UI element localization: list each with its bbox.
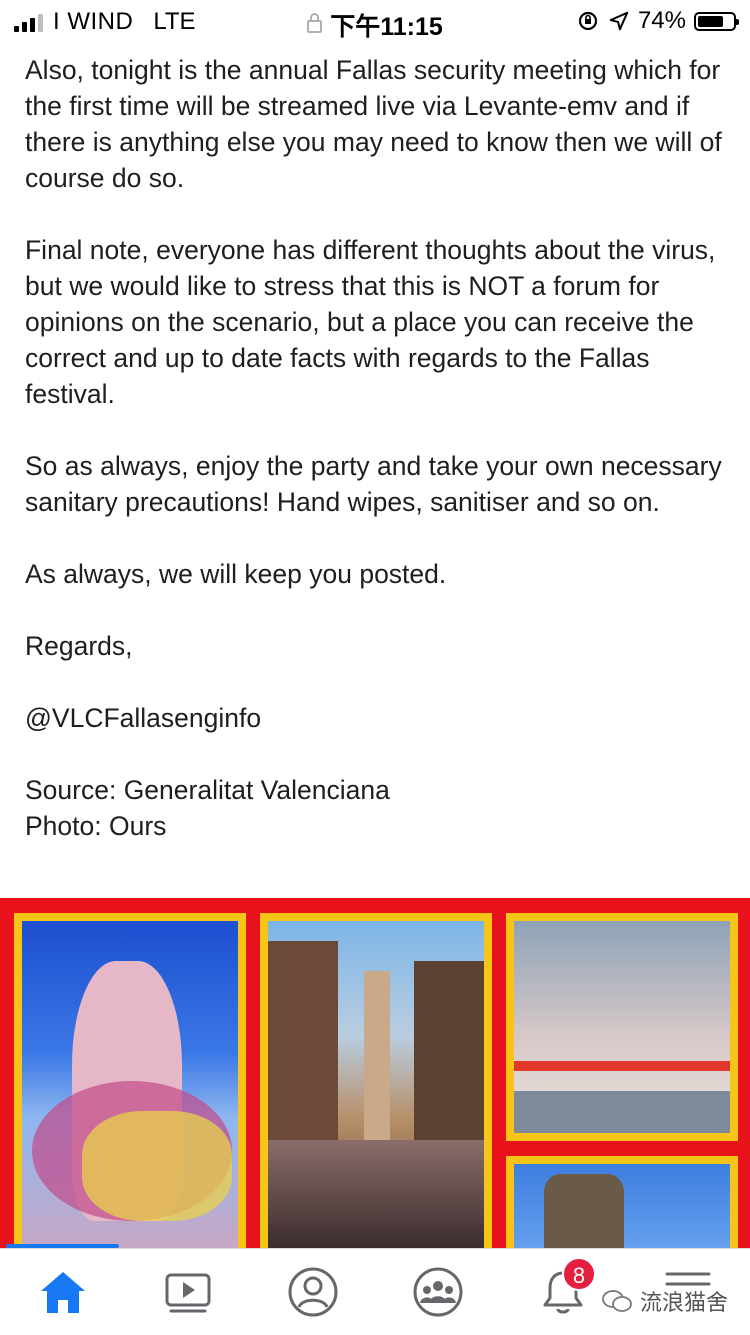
sculpture-crown xyxy=(544,1174,624,1248)
nav-profile[interactable] xyxy=(250,1249,375,1335)
video-icon xyxy=(165,1273,210,1313)
post-paragraph: Final note, everyone has different thoug… xyxy=(25,235,716,409)
street-crowd xyxy=(268,1140,484,1248)
photo-tile-street xyxy=(260,913,492,1248)
nav-groups[interactable] xyxy=(375,1249,500,1335)
nav-video[interactable] xyxy=(125,1249,250,1335)
watermark: 流浪猫舍 xyxy=(602,1285,728,1317)
fireworks-rig xyxy=(514,1061,730,1071)
post-photo[interactable] xyxy=(0,898,750,1248)
post-mention-link[interactable]: @VLCFallasenginfo xyxy=(25,700,725,736)
photo-tile-sculpture xyxy=(506,1156,738,1248)
battery-percent: 74% xyxy=(637,7,686,34)
post-paragraph: As always, we will keep you posted. xyxy=(25,559,447,589)
status-bar: I WIND LTE 下午11:15 74% xyxy=(0,0,750,41)
home-icon xyxy=(40,1272,85,1313)
crowd-fence xyxy=(514,1091,730,1133)
statue-paint-splash xyxy=(82,1111,232,1221)
photo-tile-fireworks xyxy=(506,913,738,1141)
notification-badge: 8 xyxy=(562,1257,596,1291)
post-paragraph: So as always, enjoy the party and take y… xyxy=(25,451,722,517)
post-body: Also, tonight is the annual Fallas secur… xyxy=(25,52,725,844)
watermark-text: 流浪猫舍 xyxy=(639,1290,728,1315)
time-text: 下午11:15 xyxy=(330,13,443,41)
wechat-icon xyxy=(602,1290,632,1312)
source-line: Source: Generalitat Valenciana xyxy=(25,775,390,805)
location-arrow-icon xyxy=(609,11,629,31)
post-paragraph: Regards, xyxy=(25,631,133,661)
battery-fill xyxy=(698,15,723,27)
battery-icon xyxy=(694,11,739,31)
photo-tile-statue xyxy=(14,913,246,1248)
orientation-lock-icon xyxy=(578,11,598,31)
groups-icon xyxy=(413,1267,462,1317)
photo-credit-line: Photo: Ours xyxy=(25,811,167,841)
nav-home[interactable] xyxy=(0,1249,125,1335)
post-paragraph: Also, tonight is the annual Fallas secur… xyxy=(25,55,722,193)
lock-icon xyxy=(307,13,323,33)
status-right: 74% xyxy=(576,7,739,35)
profile-icon xyxy=(288,1267,337,1317)
